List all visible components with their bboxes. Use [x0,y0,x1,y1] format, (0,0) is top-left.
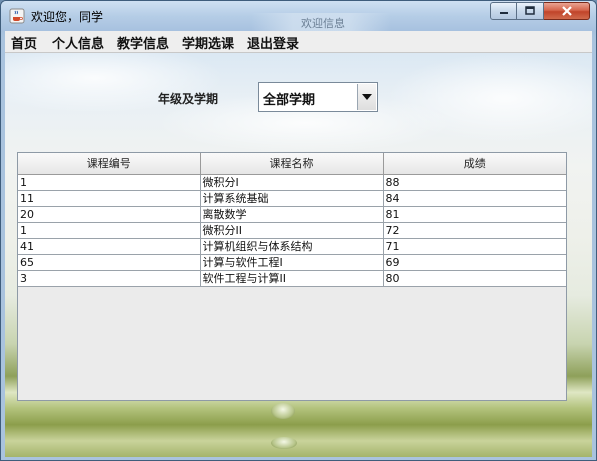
cell-course-id[interactable]: 1 [18,222,201,239]
menu-logout[interactable]: 退出登录 [247,33,299,52]
background-hint: 欢迎信息 [251,13,391,31]
table-row[interactable]: 1 微积分I 88 [18,174,566,191]
minimize-button[interactable] [490,2,517,20]
cell-course-name[interactable]: 计算与软件工程I [200,254,384,271]
main-window: 欢迎您，同学 欢迎信息 首页 个人信息 教学信息 学期选课 退出登录 年级及学期 [0,0,597,461]
grades-table: 课程编号 课程名称 成绩 1 微积分I 88 11 计算系统基础 84 20 离… [18,153,566,287]
content-area: 年级及学期 全部学期 课程编号 课程名称 成绩 1 微积分I 88 11 计算系… [5,53,592,457]
column-header-course-name[interactable]: 课程名称 [200,153,384,175]
cell-course-name[interactable]: 计算机组织与体系结构 [200,238,384,255]
semester-select[interactable]: 全部学期 [258,82,378,112]
cell-course-name[interactable]: 离散数学 [200,206,384,223]
table-header-row: 课程编号 课程名称 成绩 [18,153,566,175]
window-controls [490,2,590,22]
table-row[interactable]: 3 软件工程与计算II 80 [18,270,566,287]
cell-course-name[interactable]: 计算系统基础 [200,190,384,207]
cell-course-id[interactable]: 41 [18,238,201,255]
table-row[interactable]: 1 微积分II 72 [18,222,566,239]
menu-bar: 首页 个人信息 教学信息 学期选课 退出登录 [5,31,592,53]
water-drop-decoration [271,403,295,419]
cell-course-id[interactable]: 3 [18,270,201,287]
cell-course-name[interactable]: 微积分II [200,222,384,239]
java-cup-icon [9,8,25,24]
maximize-icon [525,6,535,15]
table-row[interactable]: 41 计算机组织与体系结构 71 [18,238,566,255]
cell-course-id[interactable]: 65 [18,254,201,271]
close-icon [561,6,572,16]
cell-course-name[interactable]: 软件工程与计算II [200,270,384,287]
column-header-course-id[interactable]: 课程编号 [18,153,201,175]
cell-score[interactable]: 69 [383,254,566,271]
minimize-icon [499,12,508,14]
close-button[interactable] [544,2,590,20]
cell-course-id[interactable]: 20 [18,206,201,223]
window-title: 欢迎您，同学 [31,10,104,24]
semester-select-value: 全部学期 [263,93,316,108]
cell-score[interactable]: 72 [383,222,566,239]
column-header-score[interactable]: 成绩 [383,153,566,175]
cell-course-id[interactable]: 1 [18,174,201,191]
grade-semester-label: 年级及学期 [158,92,219,106]
menu-home[interactable]: 首页 [11,33,37,52]
cell-score[interactable]: 88 [383,174,566,191]
semester-select-button[interactable] [357,84,376,110]
menu-teaching-info[interactable]: 教学信息 [117,33,169,52]
cell-course-name[interactable]: 微积分I [200,174,384,191]
grades-table-container[interactable]: 课程编号 课程名称 成绩 1 微积分I 88 11 计算系统基础 84 20 离… [17,152,567,401]
cell-score[interactable]: 71 [383,238,566,255]
table-row[interactable]: 20 离散数学 81 [18,206,566,223]
menu-course-selection[interactable]: 学期选课 [182,33,234,52]
title-bar[interactable]: 欢迎您，同学 欢迎信息 [1,1,596,31]
cell-score[interactable]: 81 [383,206,566,223]
background-hint-text: 欢迎信息 [301,17,345,30]
chevron-down-icon [362,94,372,100]
table-row[interactable]: 11 计算系统基础 84 [18,190,566,207]
cell-score[interactable]: 84 [383,190,566,207]
cell-course-id[interactable]: 11 [18,190,201,207]
water-drop-decoration [271,437,297,449]
menu-personal-info[interactable]: 个人信息 [52,33,104,52]
maximize-button[interactable] [517,2,544,20]
table-row[interactable]: 65 计算与软件工程I 69 [18,254,566,271]
cell-score[interactable]: 80 [383,270,566,287]
